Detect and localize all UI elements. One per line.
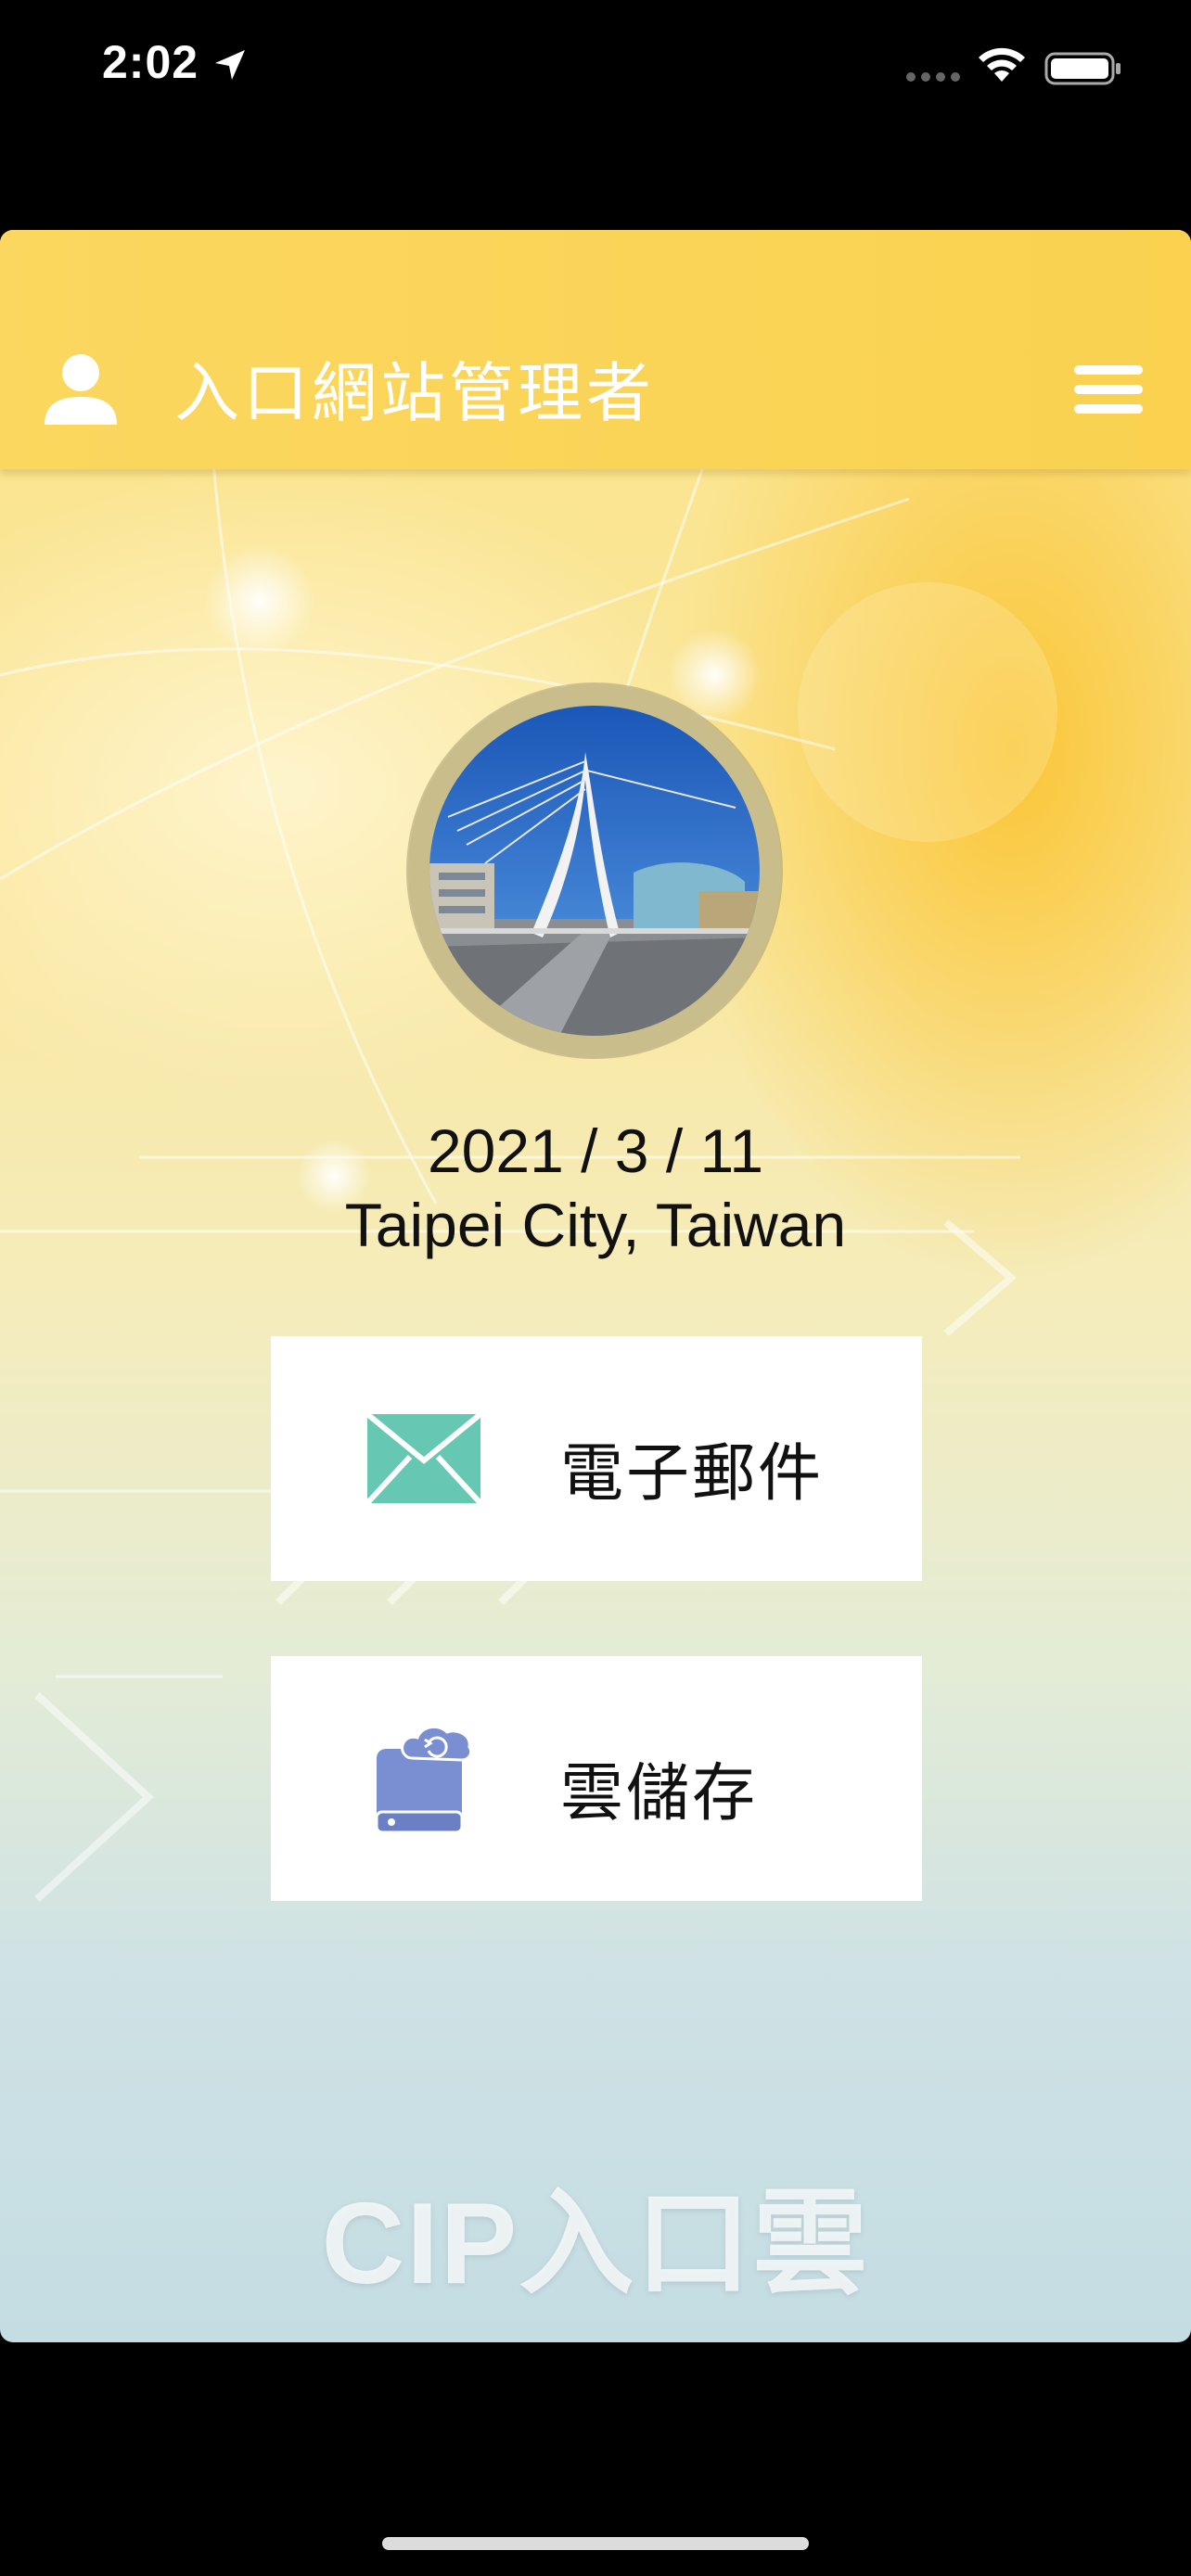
- app-screen: 入口網站管理者 2021 / 3 / 11 Taipei City, Taiwa…: [0, 230, 1191, 2342]
- wifi-icon: [979, 47, 1025, 82]
- battery-icon: [1044, 52, 1121, 85]
- cloud-storage-tile[interactable]: 雲儲存: [271, 1656, 922, 1901]
- brand-logo: CIP入口雲: [321, 2180, 870, 2308]
- date-text: 2021 / 3 / 11: [427, 1116, 764, 1185]
- cellular-signal-icon: [906, 72, 960, 82]
- cloud-storage-tile-label: 雲儲存: [560, 1758, 759, 1829]
- location-arrow-icon: [215, 50, 245, 80]
- cloud-storage-icon: [375, 1725, 473, 1834]
- header-title: 入口網站管理者: [174, 357, 655, 429]
- location-text: Taipei City, Taiwan: [344, 1191, 847, 1259]
- mail-icon: [367, 1414, 480, 1503]
- background-light-streaks: [0, 461, 1057, 1902]
- profile-photo-bridge[interactable]: [429, 706, 760, 1036]
- status-time: 2:02: [102, 36, 199, 88]
- home-indicator[interactable]: [382, 2537, 809, 2550]
- email-tile[interactable]: 電子郵件: [271, 1336, 922, 1581]
- hamburger-menu-icon[interactable]: [1074, 362, 1143, 417]
- email-tile-label: 電子郵件: [560, 1438, 825, 1509]
- user-profile-icon[interactable]: [43, 351, 119, 427]
- status-bar: 2:02: [0, 0, 1191, 130]
- app-header: 入口網站管理者: [0, 230, 1191, 469]
